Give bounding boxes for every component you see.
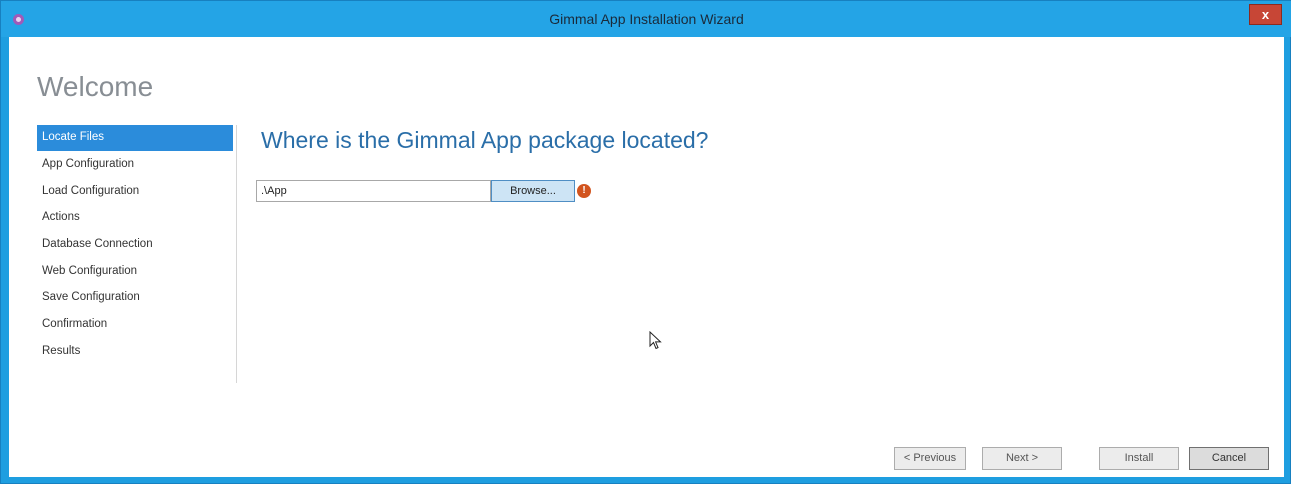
wizard-steps-nav: Locate Files App Configuration Load Conf… <box>37 125 233 365</box>
title-bar[interactable]: Gimmal App Installation Wizard x <box>1 1 1291 37</box>
window-title: Gimmal App Installation Wizard <box>549 11 744 27</box>
nav-item-save-configuration[interactable]: Save Configuration <box>37 284 233 311</box>
page-title: Welcome <box>37 71 154 102</box>
wizard-body: Welcome Locate Files App Configuration L… <box>9 37 1284 477</box>
nav-item-load-configuration[interactable]: Load Configuration <box>37 178 233 205</box>
nav-item-results[interactable]: Results <box>37 338 233 365</box>
nav-item-locate-files[interactable]: Locate Files <box>37 125 233 151</box>
install-button[interactable]: Install <box>1099 447 1179 470</box>
installer-window: Gimmal App Installation Wizard x Welcome… <box>0 0 1291 484</box>
nav-item-confirmation[interactable]: Confirmation <box>37 311 233 338</box>
close-button[interactable]: x <box>1249 4 1282 25</box>
nav-item-actions[interactable]: Actions <box>37 204 233 231</box>
browse-button[interactable]: Browse... <box>491 180 575 202</box>
nav-item-web-configuration[interactable]: Web Configuration <box>37 258 233 285</box>
nav-item-app-configuration[interactable]: App Configuration <box>37 151 233 178</box>
error-icon: ! <box>577 184 591 198</box>
cancel-button[interactable]: Cancel <box>1189 447 1269 470</box>
next-button[interactable]: Next > <box>982 447 1062 470</box>
nav-divider <box>236 125 237 383</box>
step-question: Where is the Gimmal App package located? <box>261 127 709 153</box>
mouse-cursor-icon <box>649 331 662 350</box>
previous-button[interactable]: < Previous <box>894 447 966 470</box>
nav-item-database-connection[interactable]: Database Connection <box>37 231 233 258</box>
package-path-input[interactable] <box>256 180 491 202</box>
